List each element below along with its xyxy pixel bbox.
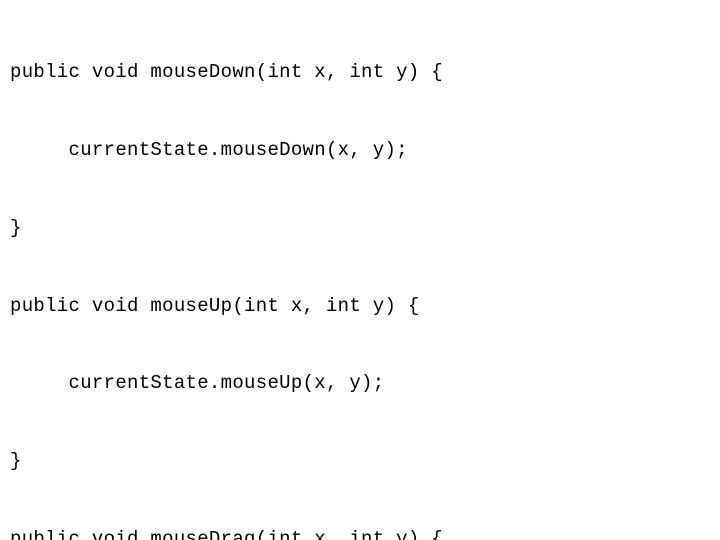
code-line: } bbox=[10, 209, 710, 248]
code-block: public void mouseDown(int x, int y) { cu… bbox=[0, 0, 720, 540]
code-line: public void mouseDrag(int x, int y) { bbox=[10, 520, 710, 540]
code-line: currentState.mouseDown(x, y); bbox=[10, 131, 710, 170]
code-line: public void mouseUp(int x, int y) { bbox=[10, 287, 710, 326]
code-line: currentState.mouseUp(x, y); bbox=[10, 364, 710, 403]
code-line: public void mouseDown(int x, int y) { bbox=[10, 53, 710, 92]
code-line: } bbox=[10, 442, 710, 481]
